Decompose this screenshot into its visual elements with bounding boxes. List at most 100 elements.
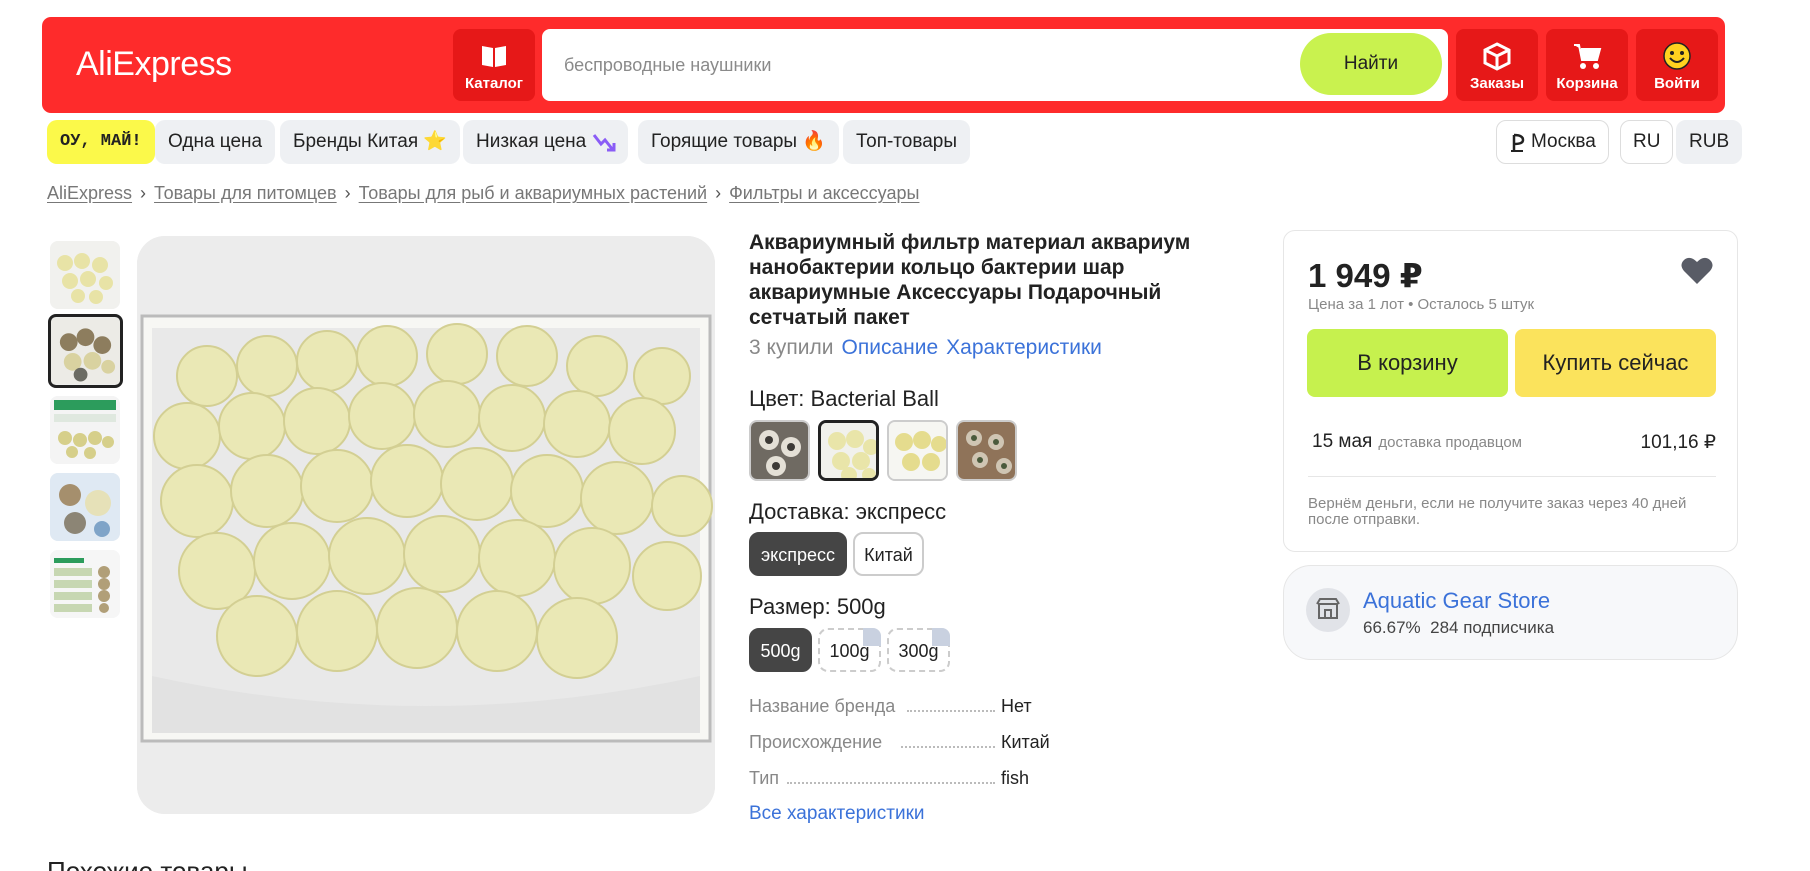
smiley-icon	[1663, 42, 1691, 70]
chevron-right-icon: ›	[715, 183, 722, 203]
delivery-by: доставка продавцом	[1378, 434, 1522, 451]
box-icon	[1483, 42, 1511, 71]
bacterial-balls-photo	[137, 236, 715, 814]
chip-low-price[interactable]: Низкая цена	[463, 120, 629, 164]
store-avatar	[1306, 588, 1350, 632]
login-label: Войти	[1654, 75, 1700, 92]
price-note: Цена за 1 лот • Осталось 5 штук	[1308, 296, 1535, 313]
breadcrumb: AliExpress › Товары для питомцев › Товары дл…	[47, 183, 919, 204]
chip-hot-goods[interactable]: Горящие товары 🔥	[638, 120, 839, 164]
product-main-image[interactable]	[137, 236, 715, 814]
swatch-image	[889, 422, 946, 479]
spec-name: Название бренда	[749, 696, 896, 716]
top-header: AliExpress Каталог Найти Заказы Корзина …	[42, 17, 1725, 113]
money-back-guarantee: Вернём деньги, если не получите заказ че…	[1308, 495, 1687, 528]
chip-oh-my[interactable]: ОУ, МАЙ!	[47, 120, 155, 164]
color-swatch-yellow-rings[interactable]	[887, 420, 948, 481]
product-thumbnail[interactable]	[50, 473, 120, 541]
delivery-label: Доставка: экспресс	[749, 499, 947, 524]
add-to-cart-button[interactable]: В корзину	[1307, 329, 1508, 397]
location-icon	[1511, 133, 1525, 152]
thumbnail-image	[50, 550, 120, 618]
buy-now-button[interactable]: Купить сейчас	[1515, 329, 1716, 397]
price: 1 949 ₽	[1308, 257, 1423, 294]
search-button[interactable]: Найти	[1300, 33, 1442, 95]
product-page: { "header": { "logo": "AliExpress", "cat…	[0, 0, 1810, 871]
breadcrumb-aliexpress[interactable]: AliExpress	[47, 183, 132, 203]
search-bar: Найти	[542, 29, 1448, 101]
aliexpress-logo[interactable]: AliExpress	[76, 45, 232, 84]
breadcrumb-fish[interactable]: Товары для рыб и аквариумных растений	[359, 183, 708, 203]
cart-icon	[1574, 44, 1602, 69]
thumbnail-image	[50, 241, 120, 309]
thumbnail-image	[50, 396, 120, 464]
unavailable-corner-icon	[863, 628, 881, 646]
breadcrumb-pets[interactable]: Товары для питомцев	[154, 183, 337, 203]
unavailable-corner-icon	[932, 628, 950, 646]
catalog-label: Каталог	[464, 75, 524, 92]
color-swatch-rings[interactable]	[749, 420, 810, 481]
size-label: Размер: 500g	[749, 594, 886, 619]
color-swatch-bacterial-ball[interactable]	[818, 420, 879, 481]
size-option-100g[interactable]: 100g	[818, 628, 881, 672]
spec-row-origin: Происхождение Китай	[749, 732, 1059, 753]
product-thumbnail-selected[interactable]	[48, 314, 123, 388]
characteristics-link[interactable]: Характеристики	[946, 336, 1102, 359]
all-characteristics-link[interactable]: Все характеристики	[749, 803, 925, 825]
thumbnail-image	[51, 317, 120, 385]
thumbnail-image	[50, 473, 120, 541]
description-link[interactable]: Описание	[842, 336, 939, 359]
color-swatch-stones[interactable]	[956, 420, 1017, 481]
book-icon	[482, 46, 506, 67]
store-subscribers: 284 подписчика	[1430, 618, 1555, 637]
store-card[interactable]: Aquatic Gear Store 66.67% 284 подписчика	[1283, 565, 1738, 660]
spec-dots	[907, 696, 995, 712]
spec-value: fish	[1001, 768, 1030, 788]
chevron-right-icon: ›	[344, 183, 351, 203]
size-option-300g[interactable]: 300g	[887, 628, 950, 672]
store-stats: 66.67% 284 подписчика	[1363, 618, 1554, 638]
color-label: Цвет: Bacterial Ball	[749, 386, 939, 411]
chevron-right-icon: ›	[140, 183, 147, 203]
search-input[interactable]	[564, 51, 1264, 79]
product-meta: 3 купили Описание Характеристики	[749, 336, 1102, 360]
trend-down-icon	[593, 134, 616, 152]
spec-name: Происхождение	[749, 732, 883, 752]
swatch-image	[821, 423, 876, 478]
language-selector[interactable]: RU	[1620, 120, 1674, 164]
divider	[1308, 476, 1716, 477]
store-icon	[1316, 598, 1340, 619]
chip-top-goods[interactable]: Топ-товары	[843, 120, 971, 164]
spec-dots	[787, 768, 995, 784]
buy-box: 1 949 ₽ Цена за 1 лот • Осталось 5 штук …	[1283, 230, 1738, 552]
delivery-info: 15 мая доставка продавцом 101,16 ₽	[1312, 431, 1716, 453]
cart-label: Корзина	[1556, 75, 1618, 92]
chip-one-price[interactable]: Одна цена	[155, 120, 276, 164]
currency-selector[interactable]: RUB	[1676, 120, 1743, 164]
product-thumbnail[interactable]	[50, 241, 120, 309]
spec-name: Тип	[749, 768, 780, 788]
store-name[interactable]: Aquatic Gear Store	[1363, 588, 1550, 614]
city-label: Москва	[1531, 131, 1596, 152]
product-thumbnail[interactable]	[50, 550, 120, 618]
size-option-500g[interactable]: 500g	[749, 628, 812, 672]
breadcrumb-filters[interactable]: Фильтры и аксессуары	[729, 183, 919, 203]
spec-value: Нет	[1001, 696, 1032, 716]
spec-value: Китай	[1001, 732, 1050, 752]
heart-icon[interactable]	[1679, 253, 1715, 289]
catalog-button[interactable]: Каталог	[453, 29, 535, 101]
login-button[interactable]: Войти	[1636, 29, 1718, 101]
chip-low-price-label: Низкая цена	[476, 131, 587, 152]
delivery-cost: 101,16 ₽	[1640, 432, 1716, 453]
delivery-date: 15 мая	[1312, 431, 1373, 452]
spec-row-brand: Название бренда Нет	[749, 696, 1059, 717]
delivery-option-china[interactable]: Китай	[853, 532, 924, 576]
chip-china-brands[interactable]: Бренды Китая ⭐	[280, 120, 461, 164]
orders-label: Заказы	[1469, 75, 1525, 92]
bought-count: 3 купили	[749, 336, 834, 359]
delivery-option-express[interactable]: экспресс	[749, 532, 847, 576]
city-selector[interactable]: Москва	[1496, 120, 1609, 164]
product-thumbnail[interactable]	[50, 396, 120, 464]
cart-button[interactable]: Корзина	[1546, 29, 1628, 101]
orders-button[interactable]: Заказы	[1456, 29, 1538, 101]
